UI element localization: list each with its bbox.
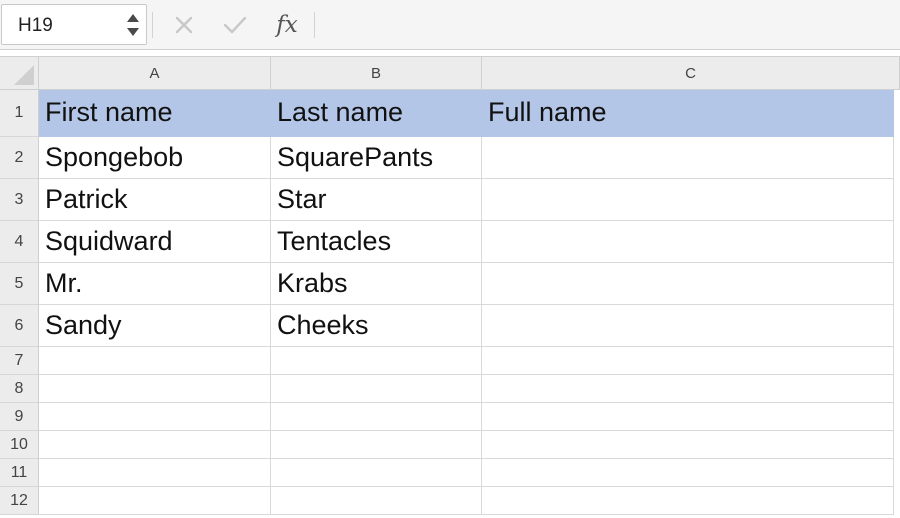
- select-all-icon: [14, 65, 34, 85]
- header-cell[interactable]: Full name: [482, 90, 894, 137]
- cell[interactable]: [482, 137, 894, 179]
- row-header[interactable]: 6: [0, 305, 39, 347]
- cell[interactable]: Mr.: [39, 263, 271, 305]
- chevron-up-icon[interactable]: [127, 14, 139, 22]
- cell[interactable]: [482, 221, 894, 263]
- chevron-down-icon[interactable]: [127, 28, 139, 36]
- cell[interactable]: [482, 179, 894, 221]
- column-header-2[interactable]: C: [482, 57, 900, 90]
- name-box[interactable]: H19: [1, 4, 147, 45]
- cell[interactable]: [39, 347, 271, 375]
- cell[interactable]: Spongebob: [39, 137, 271, 179]
- row-header[interactable]: 2: [0, 137, 39, 179]
- name-box-value: H19: [18, 15, 53, 36]
- cell[interactable]: Krabs: [271, 263, 482, 305]
- row-header[interactable]: 8: [0, 375, 39, 403]
- cell[interactable]: [39, 403, 271, 431]
- cell[interactable]: Cheeks: [271, 305, 482, 347]
- cell[interactable]: [271, 375, 482, 403]
- cell[interactable]: Star: [271, 179, 482, 221]
- cell[interactable]: [271, 403, 482, 431]
- formula-bar-divider: [314, 12, 315, 38]
- cell[interactable]: Patrick: [39, 179, 271, 221]
- close-icon: [175, 16, 193, 34]
- cell[interactable]: [39, 459, 271, 487]
- formula-bar: H19 fx: [0, 0, 900, 50]
- insert-function-button[interactable]: fx: [272, 10, 302, 40]
- row-header[interactable]: 4: [0, 221, 39, 263]
- cell[interactable]: [482, 487, 894, 515]
- select-all-button[interactable]: [0, 57, 39, 90]
- column-header-1[interactable]: B: [271, 57, 482, 90]
- row-header[interactable]: 9: [0, 403, 39, 431]
- cell[interactable]: [39, 487, 271, 515]
- cell[interactable]: [482, 305, 894, 347]
- cell[interactable]: [482, 347, 894, 375]
- cell[interactable]: [482, 403, 894, 431]
- cell[interactable]: Sandy: [39, 305, 271, 347]
- cell[interactable]: [482, 375, 894, 403]
- cell[interactable]: [482, 263, 894, 305]
- name-box-stepper-icon[interactable]: [127, 12, 139, 38]
- header-cell[interactable]: First name: [39, 90, 271, 137]
- header-cell[interactable]: Last name: [271, 90, 482, 137]
- cell[interactable]: SquarePants: [271, 137, 482, 179]
- cell[interactable]: Squidward: [39, 221, 271, 263]
- row-header[interactable]: 11: [0, 459, 39, 487]
- cell[interactable]: [271, 459, 482, 487]
- cell[interactable]: [39, 431, 271, 459]
- formula-bar-divider: [152, 12, 153, 38]
- cell[interactable]: [39, 375, 271, 403]
- row-header[interactable]: 5: [0, 263, 39, 305]
- row-header[interactable]: 3: [0, 179, 39, 221]
- row-header[interactable]: 1: [0, 90, 39, 137]
- cancel-button[interactable]: [169, 10, 199, 40]
- enter-button[interactable]: [220, 10, 250, 40]
- formula-input[interactable]: [318, 4, 900, 45]
- cell[interactable]: [482, 431, 894, 459]
- cell[interactable]: [271, 487, 482, 515]
- column-header-0[interactable]: A: [39, 57, 271, 90]
- row-header[interactable]: 12: [0, 487, 39, 515]
- cell[interactable]: Tentacles: [271, 221, 482, 263]
- spreadsheet-grid: A B C 1 First name Last name Full name 2 Spongeb…: [0, 56, 900, 518]
- cell[interactable]: [271, 347, 482, 375]
- row-header[interactable]: 7: [0, 347, 39, 375]
- cell[interactable]: [482, 459, 894, 487]
- check-icon: [223, 16, 247, 34]
- row-header[interactable]: 10: [0, 431, 39, 459]
- cell[interactable]: [271, 431, 482, 459]
